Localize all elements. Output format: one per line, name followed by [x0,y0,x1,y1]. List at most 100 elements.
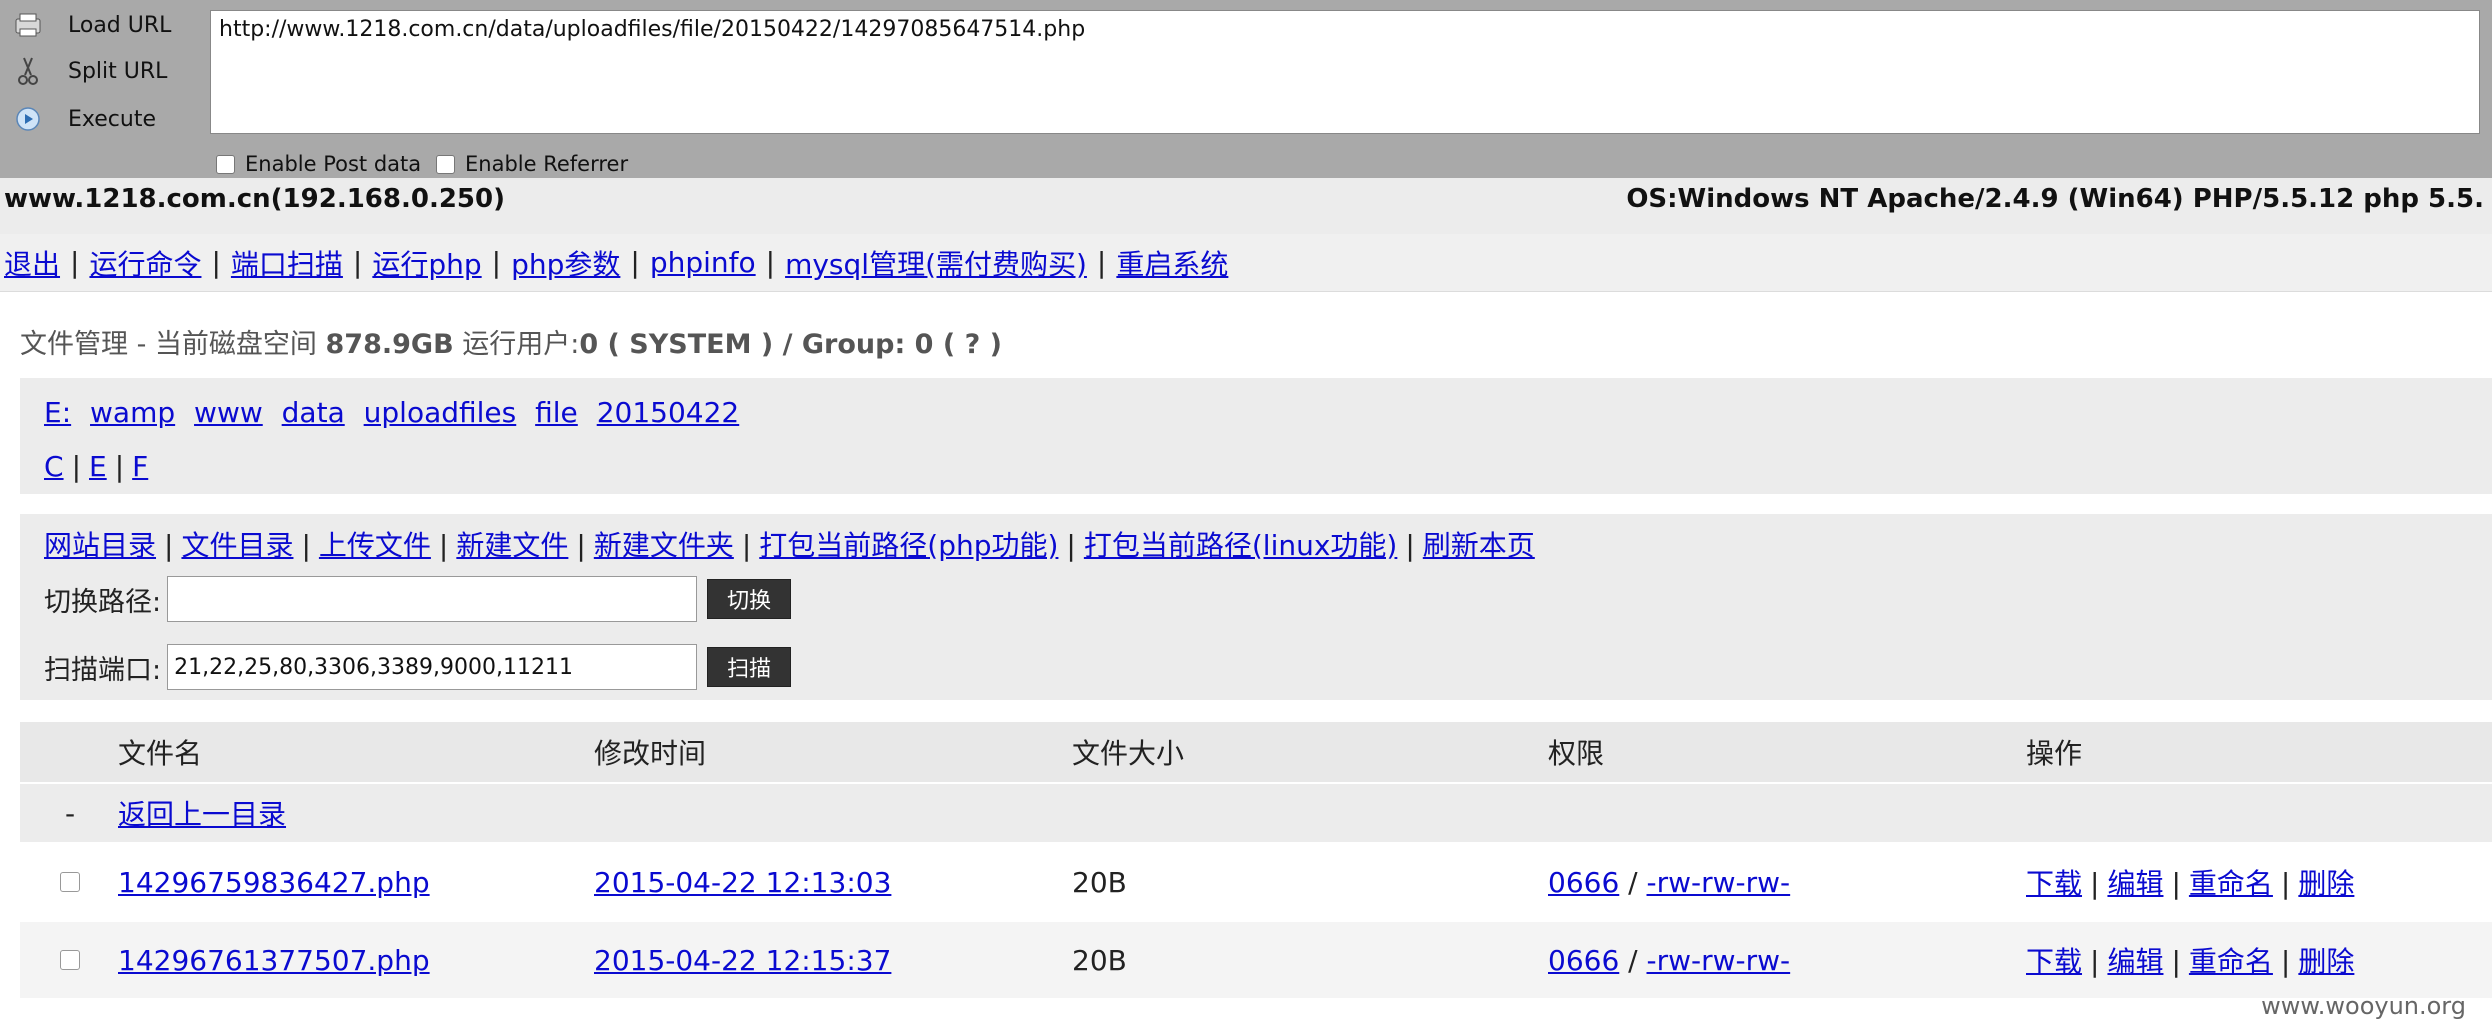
table-row: 14296761377507.php 2015-04-22 12:15:37 2… [20,922,2492,1000]
breadcrumb-item[interactable]: file [535,396,578,429]
tool-links: 网站目录 | 文件目录 | 上传文件 | 新建文件 | 新建文件夹 | 打包当前路径(php功能) |… [44,524,1535,564]
separator: | [630,246,640,279]
table-header: 文件名 修改时间 文件大小 权限 操作 [20,722,2492,784]
breadcrumb-item[interactable]: www [194,396,263,429]
file-time-link[interactable]: 2015-04-22 12:13:03 [594,866,891,899]
breadcrumb-item[interactable]: uploadfiles [364,396,517,429]
file-size: 20B [1072,865,1127,899]
watermark: www.wooyun.org [2261,992,2466,1020]
delete-link[interactable]: 删除 [2298,867,2354,900]
edit-link[interactable]: 编辑 [2107,945,2163,978]
switch-path-form: 切换路径: 切换 [44,576,792,622]
table-row: 14296759836427.php 2015-04-22 12:13:03 2… [20,844,2492,922]
nav-run-command[interactable]: 运行命令 [89,243,201,283]
load-url-icon [8,5,48,45]
nav-phpinfo[interactable]: phpinfo [650,246,756,279]
nav-logout[interactable]: 退出 [4,243,60,283]
separator: | [114,450,125,483]
header-modified: 修改时间 [594,737,707,770]
tool-upload-file[interactable]: 上传文件 [319,529,431,562]
switch-path-button[interactable]: 切换 [707,579,792,619]
checkbox-box[interactable] [216,154,235,174]
download-link[interactable]: 下载 [2026,867,2082,900]
separator: | [164,529,174,562]
nav-restart-system[interactable]: 重启系统 [1116,243,1228,283]
server-info-bar: www.1218.com.cn(192.168.0.250) OS:Window… [0,178,2492,234]
split-url-button[interactable]: Split URL [0,48,205,94]
path-panel: E: wamp www data uploadfiles file 201504… [20,378,2492,494]
tool-site-dir[interactable]: 网站目录 [44,529,156,562]
separator: | [1405,529,1415,562]
separator: | [491,246,502,279]
perm-octal-link[interactable]: 0666 [1548,866,1619,899]
edit-link[interactable]: 编辑 [2107,867,2163,900]
nav-run-php[interactable]: 运行php [372,243,481,283]
server-os-info: OS:Windows NT Apache/2.4.9 (Win64) PHP/5… [1626,184,2484,214]
url-textarea[interactable]: http://www.1218.com.cn/data/uploadfiles/… [210,10,2480,134]
delete-link[interactable]: 删除 [2298,945,2354,978]
tool-pack-php[interactable]: 打包当前路径(php功能) [759,529,1058,562]
tool-refresh-page[interactable]: 刷新本页 [1423,529,1535,562]
scan-port-input[interactable] [167,644,698,690]
tool-new-folder[interactable]: 新建文件夹 [594,529,734,562]
perm-string-link[interactable]: -rw-rw-rw- [1647,944,1791,977]
row-checkbox[interactable] [60,949,80,970]
disk-info: 文件管理 - 当前磁盘空间 878.9GB 运行用户:0 ( SYSTEM ) … [20,322,1002,361]
load-url-button[interactable]: Load URL [0,2,205,48]
main-nav: 退出 | 运行命令 | 端口扫描 | 运行php | php参数 | phpinfo | m… [0,234,2492,292]
play-icon [8,99,48,139]
breadcrumb-item[interactable]: wamp [90,396,175,429]
file-time-link[interactable]: 2015-04-22 12:15:37 [594,944,891,977]
scissors-icon [8,51,48,91]
tool-new-file[interactable]: 新建文件 [456,529,568,562]
breadcrumb-drive[interactable]: E: [44,396,71,429]
nav-port-scan[interactable]: 端口扫描 [231,243,343,283]
parent-dir-row: - 返回上一目录 [20,784,2492,844]
download-link[interactable]: 下载 [2026,945,2082,978]
separator: | [70,246,80,279]
tool-pack-linux[interactable]: 打包当前路径(linux功能) [1084,529,1397,562]
perm-string-link[interactable]: -rw-rw-rw- [1647,866,1791,899]
run-user-label: 运行用户: [462,329,580,360]
separator: | [2090,945,2100,978]
permissions-cell: 0666 / -rw-rw-rw- [1548,865,1791,899]
drive-c-link[interactable]: C [44,450,64,483]
tool-file-dir[interactable]: 文件目录 [181,529,293,562]
nav-mysql-admin[interactable]: mysql管理(需付费购买) [785,243,1087,283]
scan-port-button[interactable]: 扫描 [707,647,792,687]
rename-link[interactable]: 重命名 [2189,945,2273,978]
scan-port-label: 扫描端口: [44,654,162,686]
switch-path-label: 切换路径: [44,586,162,618]
drive-e-link[interactable]: E [89,450,107,483]
row-checkbox[interactable] [60,871,80,892]
parent-dir-link[interactable]: 返回上一目录 [118,793,286,833]
breadcrumb-item[interactable]: data [282,396,345,429]
separator: | [352,246,363,279]
separator: | [71,450,81,483]
separator: | [211,246,221,279]
nav-php-params[interactable]: php参数 [511,243,620,283]
breadcrumb-item[interactable]: 20150422 [597,396,740,429]
separator: | [741,529,752,562]
checkbox-box[interactable] [436,154,455,174]
file-name-link[interactable]: 14296761377507.php [118,944,430,977]
parent-dir-marker: - [64,796,76,830]
split-url-label: Split URL [68,58,168,84]
drive-f-link[interactable]: F [132,450,148,483]
row-checkbox-cell [20,866,120,899]
enable-referrer-checkbox[interactable]: Enable Referrer [436,152,628,176]
perm-octal-link[interactable]: 0666 [1548,944,1619,977]
scan-port-form: 扫描端口: 扫描 [44,644,792,690]
file-name-link[interactable]: 14296759836427.php [118,866,430,899]
rename-link[interactable]: 重命名 [2189,867,2273,900]
execute-button[interactable]: Execute [0,96,205,142]
execute-label: Execute [68,106,156,132]
separator: | [2171,867,2181,900]
separator: | [2280,945,2291,978]
switch-path-input[interactable] [167,576,698,622]
header-size: 文件大小 [1072,737,1185,770]
run-user-value: 0 ( SYSTEM ) / Group: 0 ( ? ) [579,329,1002,360]
enable-post-checkbox[interactable]: Enable Post data [216,152,421,176]
enable-post-label: Enable Post data [245,152,422,176]
header-permissions: 权限 [1548,737,1605,770]
